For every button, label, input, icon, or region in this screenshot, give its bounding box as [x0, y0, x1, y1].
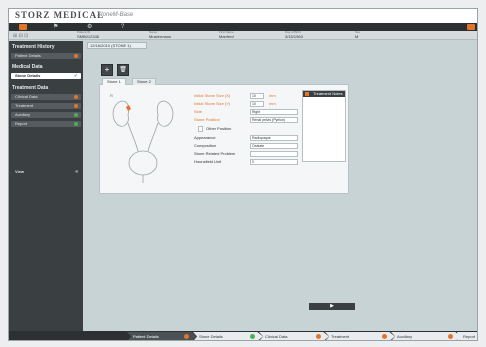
workflow-step-patient-details[interactable]: Patient Details: [127, 332, 197, 340]
workflow-step-treatment[interactable]: Treatment: [325, 332, 395, 340]
workflow-step-clinical-data[interactable]: Clinical Data: [259, 332, 329, 340]
patient-icons: ⊞ ⊟ ⊡: [13, 33, 29, 39]
sidebar: Treatment History Patient Details Medica…: [9, 41, 83, 331]
tab-stone-1[interactable]: Stone 1: [102, 78, 126, 85]
workflow-step-report[interactable]: Report: [457, 332, 477, 340]
home-icon[interactable]: [19, 24, 27, 30]
sidebar-item-patient-details[interactable]: Patient Details: [11, 53, 81, 59]
warning-icon: [382, 334, 387, 339]
treatment-notes[interactable]: Treatment Notes: [302, 90, 346, 162]
patient-dob-field: Day of Birth 3/15/1963: [285, 30, 303, 40]
brand-logo: STORZ MEDICAL: [15, 10, 105, 20]
patient-name-field: Name Mustermann: [149, 30, 172, 40]
main-content: 12/16/2010 (STONE 1) + 🗑 Stone 1 Stone 2…: [83, 41, 477, 331]
brand-bar: STORZ MEDICAL StoneM-Base: [9, 9, 477, 23]
stone-position-select[interactable]: Renal pelvis (Pyelon): [250, 117, 298, 123]
treatment-notes-header: Treatment Notes: [303, 91, 345, 97]
stone-size-y-input[interactable]: 10: [250, 101, 264, 107]
ok-icon: [74, 113, 78, 117]
next-button[interactable]: ▶: [309, 303, 355, 310]
workflow-bar: Patient Details Stone Details Clinical D…: [9, 331, 477, 340]
other-position-checkbox[interactable]: [198, 126, 203, 132]
warning-icon: [74, 95, 78, 99]
delete-stone-button[interactable]: 🗑: [117, 64, 129, 76]
patient-info-bar: ⊞ ⊟ ⊡ Patient ID SMB012345 Name Musterma…: [9, 30, 477, 40]
ok-icon: [74, 122, 78, 126]
product-name: StoneM-Base: [97, 12, 134, 18]
warning-icon: [74, 104, 78, 108]
check-icon: ✓: [73, 73, 78, 79]
app-window: STORZ MEDICAL StoneM-Base ⚑ ⚙ ? ⊞ ⊟ ⊡ Pa…: [8, 8, 478, 341]
sidebar-item-stone-details[interactable]: Stone Details ✓: [11, 73, 81, 79]
warning-icon: [74, 54, 78, 58]
collapse-icon: «: [75, 169, 78, 175]
sidebar-section-treatment: Treatment Data: [12, 85, 49, 91]
sidebar-item-report[interactable]: Report: [11, 121, 81, 127]
sidebar-section-medical: Medical Data: [12, 64, 43, 70]
patient-sex-field: Sex M: [355, 30, 361, 40]
sidebar-view-toggle[interactable]: View «: [11, 169, 81, 175]
composition-select[interactable]: Oxalate: [250, 143, 298, 149]
stone-problem-select[interactable]: [250, 151, 298, 157]
notes-icon: [305, 92, 309, 96]
stone-size-x-input[interactable]: 10: [250, 93, 264, 99]
stone-details-panel: Stone 1 Stone 2 R Initial Stone Size (X)…: [99, 78, 349, 194]
flag-icon[interactable]: ⚑: [53, 24, 61, 30]
check-icon: [250, 334, 255, 339]
sidebar-item-auxiliary[interactable]: Auxiliary: [11, 112, 81, 118]
appearance-select[interactable]: Radiopaque: [250, 135, 298, 141]
workflow-step-auxiliary[interactable]: Auxiliary: [391, 332, 461, 340]
svg-text:R: R: [110, 93, 113, 98]
sidebar-item-clinical-data[interactable]: Clinical Data: [11, 94, 81, 100]
patient-firstname-field: First Name Manfred: [219, 30, 234, 40]
sidebar-item-treatment[interactable]: Treatment: [11, 103, 81, 109]
tab-stone-2[interactable]: Stone 2: [132, 78, 156, 85]
warning-icon: [448, 334, 453, 339]
patient-id-field: Patient ID SMB012345: [77, 30, 100, 40]
workflow-step-stone-details[interactable]: Stone Details: [193, 332, 263, 340]
hounsfield-input[interactable]: 0: [250, 159, 298, 165]
help-icon[interactable]: ?: [121, 24, 129, 30]
kidney-diagram[interactable]: R: [108, 91, 178, 191]
warning-icon: [316, 334, 321, 339]
sidebar-section-history: Treatment History: [12, 44, 55, 50]
exit-icon[interactable]: [467, 24, 475, 30]
tab-treatment-date[interactable]: 12/16/2010 (STONE 1): [87, 42, 147, 49]
warning-icon: [184, 334, 189, 339]
side-select[interactable]: Right: [250, 109, 298, 115]
add-stone-button[interactable]: +: [101, 64, 113, 76]
